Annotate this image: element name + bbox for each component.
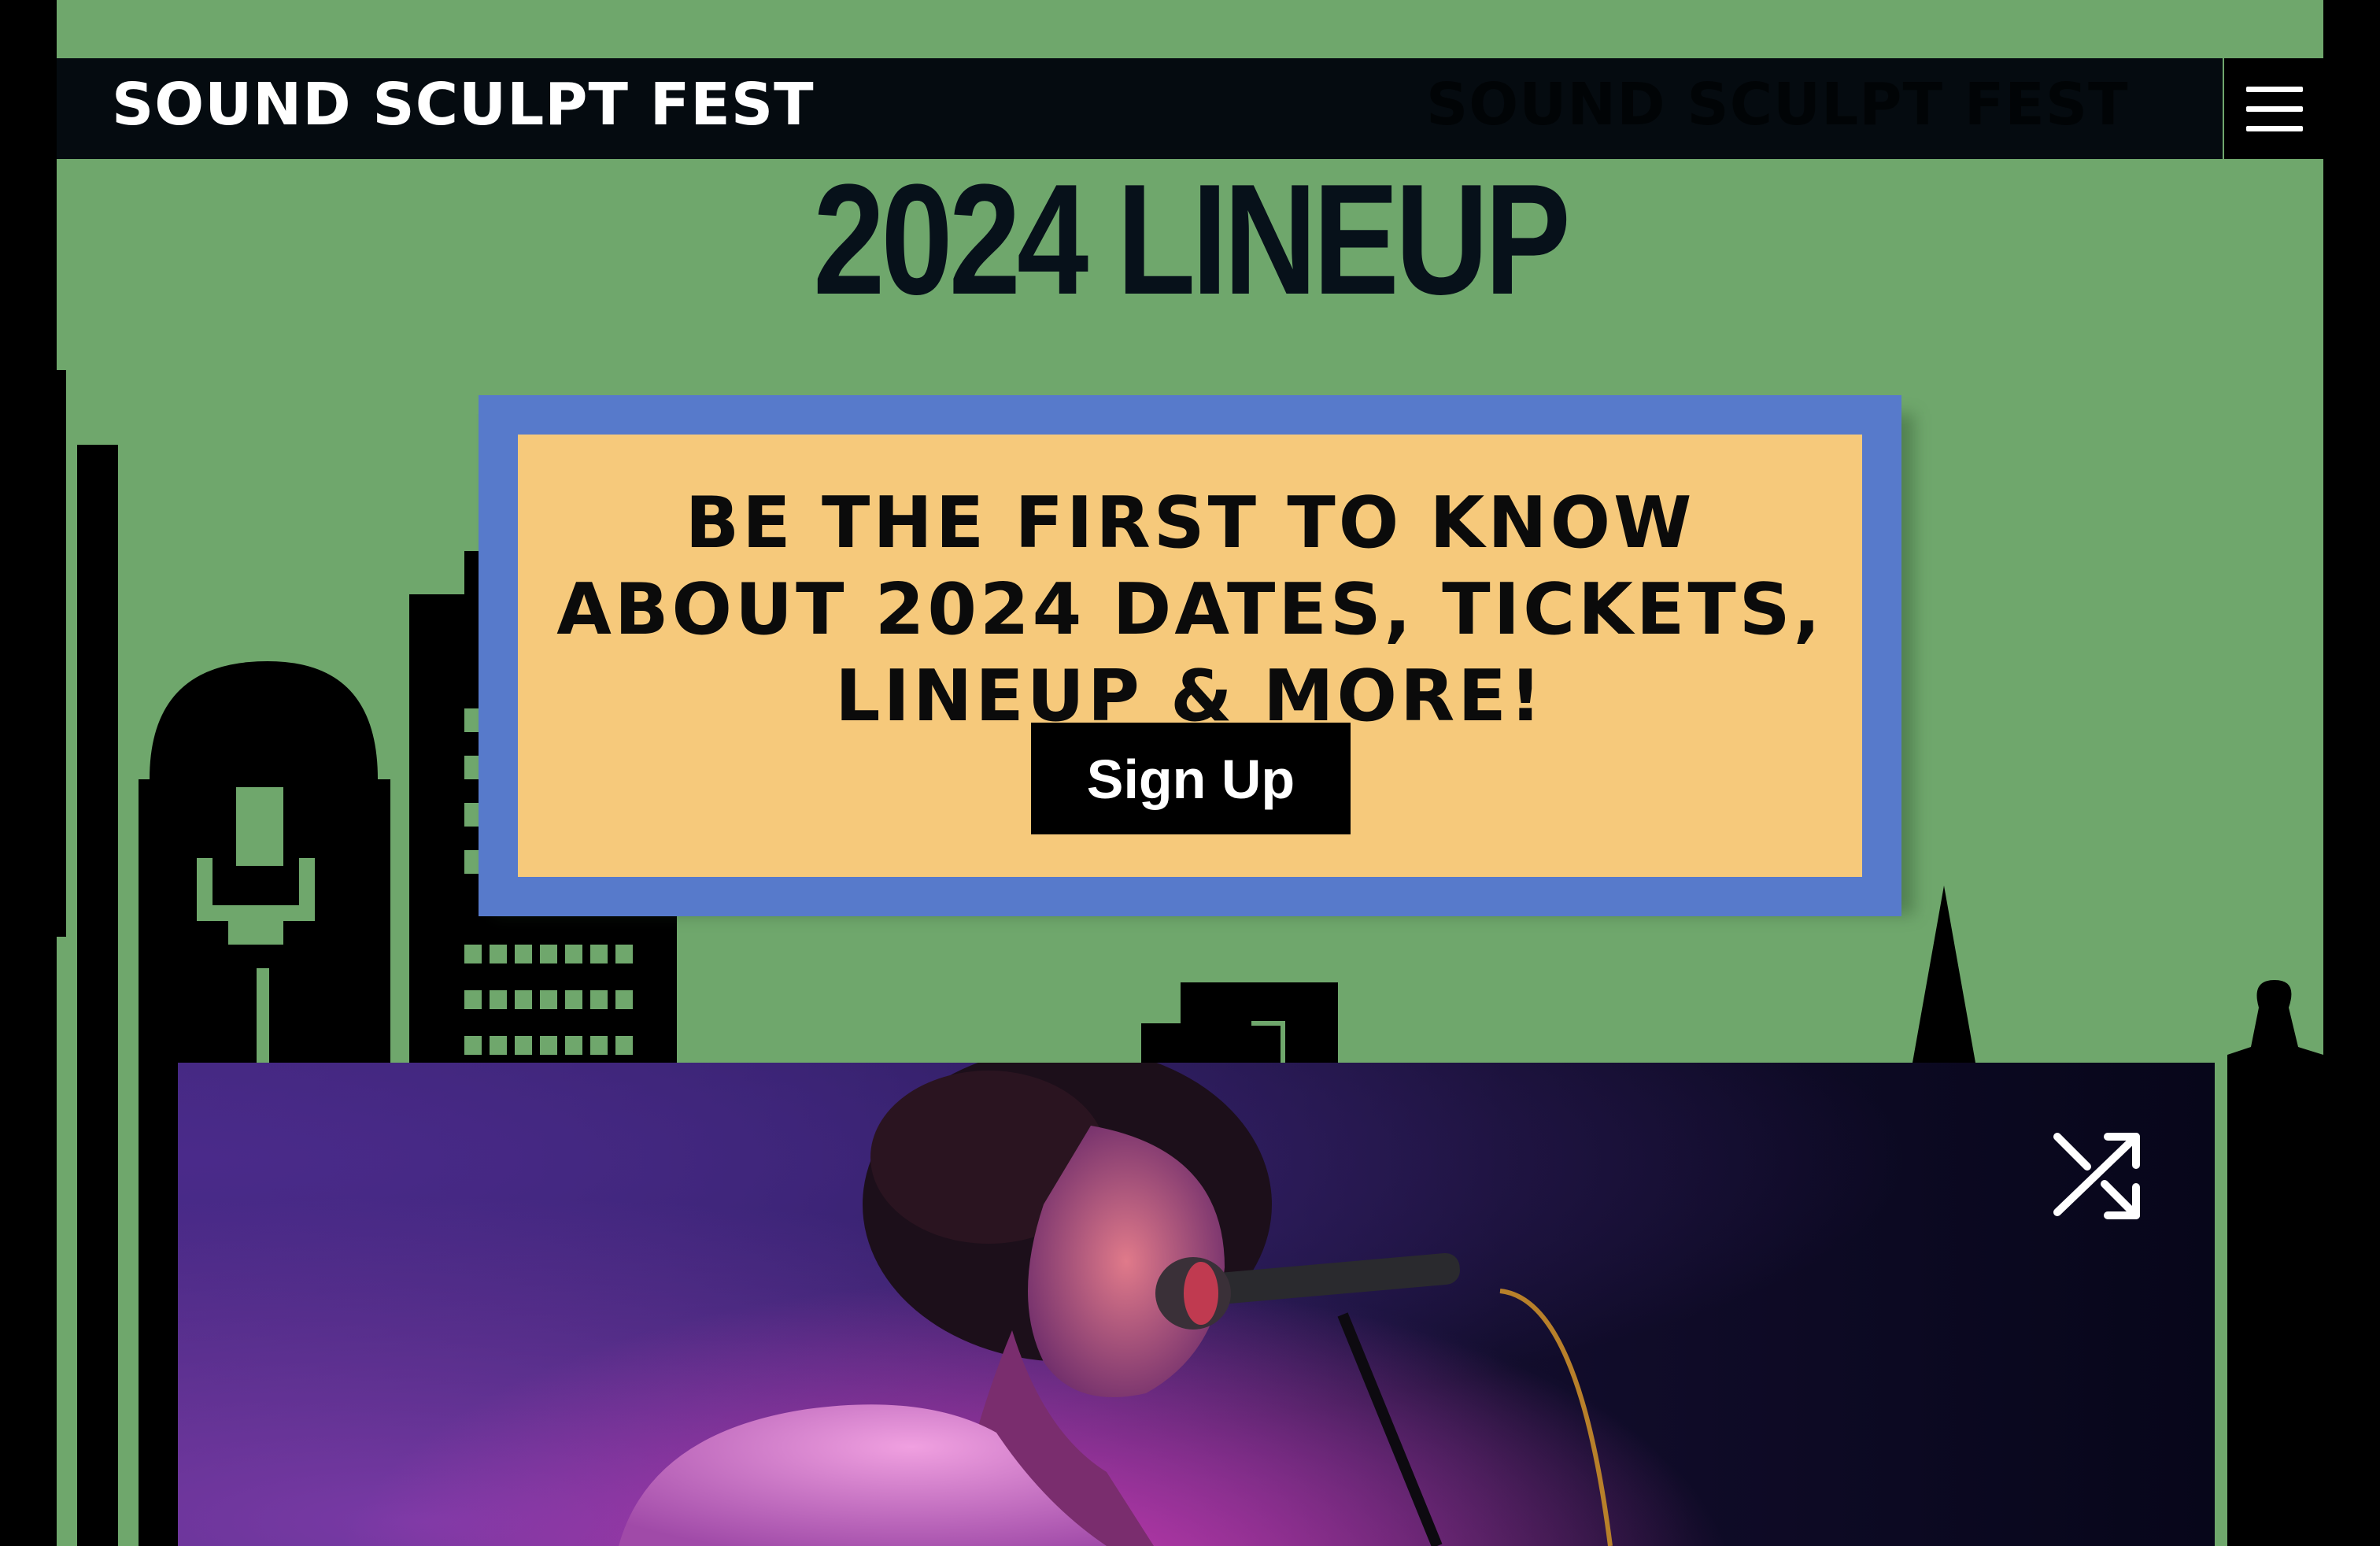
promo-inner-panel: BE THE FIRST TO KNOW ABOUT 2024 DATES, T… [518, 435, 1862, 877]
newsletter-promo-card: BE THE FIRST TO KNOW ABOUT 2024 DATES, T… [479, 395, 1901, 916]
site-logo-ghost: SOUND SCULPT FEST [1426, 71, 2129, 139]
shuffle-icon [2053, 1133, 2140, 1219]
page-title: 2024 LINEUP [813, 152, 1571, 327]
promo-line-2: ABOUT 2024 DATES, TICKETS, [556, 568, 1824, 651]
shuffle-button[interactable] [2046, 1126, 2149, 1228]
performer-photo [178, 1063, 2215, 1546]
site-logo[interactable]: SOUND SCULPT FEST [112, 76, 815, 134]
promo-line-1: BE THE FIRST TO KNOW [685, 482, 1695, 564]
sign-up-button[interactable]: Sign Up [1031, 723, 1351, 834]
performer-illustration [619, 1063, 1613, 1546]
site-header: SOUND SCULPT FEST SOUND SCULPT FEST [57, 58, 2223, 159]
promo-heading: BE THE FIRST TO KNOW ABOUT 2024 DATES, T… [518, 480, 1862, 740]
